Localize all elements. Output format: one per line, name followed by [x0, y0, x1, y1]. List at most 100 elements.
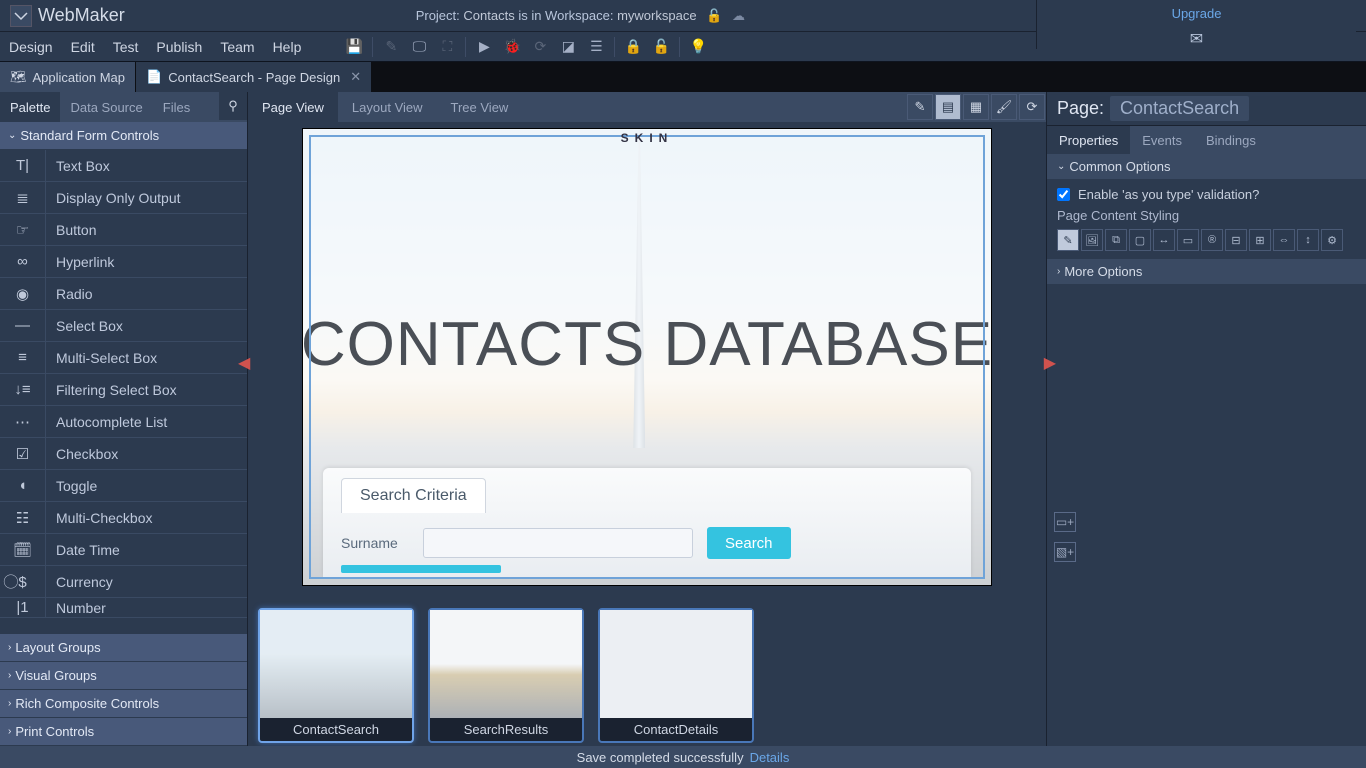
tab-contact-search[interactable]: 📄 ContactSearch - Page Design ✕ [136, 62, 372, 92]
chevron-right-icon: › [1057, 266, 1060, 277]
palette-control-list[interactable]: T|Text Box ≣Display Only Output ☞Button … [0, 150, 247, 634]
menu-test[interactable]: Test [104, 39, 148, 55]
palette-section-standard-form[interactable]: ⌄ Standard Form Controls [0, 122, 247, 150]
control-multi-select-box[interactable]: ≡Multi-Select Box [0, 342, 247, 374]
close-icon[interactable]: ✕ [350, 69, 361, 85]
control-checkbox[interactable]: ☑Checkbox [0, 438, 247, 470]
search-criteria-header[interactable]: Search Criteria [341, 478, 486, 513]
unlock-icon[interactable]: 🔓 [706, 8, 722, 23]
page-thumbnail-strip: ContactSearch SearchResults ContactDetai… [248, 604, 1046, 746]
multi-checkbox-icon: ☷ [0, 502, 46, 534]
control-radio[interactable]: ◉Radio [0, 278, 247, 310]
upgrade-link[interactable]: Upgrade [1172, 6, 1222, 21]
prev-page-arrow-icon[interactable]: ◀ [238, 353, 250, 373]
style-minus-icon[interactable]: ⊟ [1225, 229, 1247, 251]
right-tab-bindings[interactable]: Bindings [1194, 126, 1268, 154]
style-image-icon[interactable]: 🖼 [1081, 229, 1103, 251]
design-canvas[interactable]: SKIN CONTACTS DATABASE Search Criteria S… [302, 128, 992, 586]
menu-edit[interactable]: Edit [62, 39, 104, 55]
app-title: WebMaker [38, 5, 125, 26]
workspace-name: myworkspace [617, 8, 696, 23]
left-tab-files[interactable]: Files [153, 92, 200, 122]
next-page-arrow-icon[interactable]: ▶ [1044, 353, 1056, 373]
page-icon: 📄 [146, 69, 162, 85]
control-toggle[interactable]: ◖Toggle [0, 470, 247, 502]
debug-icon[interactable]: 🐞 [498, 33, 526, 61]
style-varrow-icon[interactable]: ↕ [1297, 229, 1319, 251]
view-tab-page[interactable]: Page View [248, 92, 338, 122]
palette-section-print-controls[interactable]: ›Print Controls [0, 718, 247, 746]
sitemap-icon[interactable]: ⛶ [433, 33, 461, 61]
palette-section-rich-composite[interactable]: ›Rich Composite Controls [0, 690, 247, 718]
control-hyperlink[interactable]: ∞Hyperlink [0, 246, 247, 278]
left-tab-data-source[interactable]: Data Source [60, 92, 152, 122]
style-gear-icon[interactable]: ⚙ [1321, 229, 1343, 251]
palette-section-visual-groups[interactable]: ›Visual Groups [0, 662, 247, 690]
control-multi-checkbox[interactable]: ☷Multi-Checkbox [0, 502, 247, 534]
control-filtering-select-box[interactable]: ↓≡Filtering Select Box [0, 374, 247, 406]
style-plus-icon[interactable]: ⊞ [1249, 229, 1271, 251]
palette-tool-icon[interactable]: ⚲ [219, 92, 247, 120]
style-arrows-icon[interactable]: ⇔ [1273, 229, 1295, 251]
style-box-icon[interactable]: ▢ [1129, 229, 1151, 251]
control-button[interactable]: ☞Button [0, 214, 247, 246]
control-autocomplete-list[interactable]: ⋯Autocomplete List [0, 406, 247, 438]
add-page-single-icon[interactable]: ▭+ [1054, 512, 1076, 532]
page-label: Page: [1057, 98, 1104, 119]
style-copy-icon[interactable]: ⧉ [1105, 229, 1127, 251]
canvas-tool-layout2-icon[interactable]: ▦ [963, 94, 989, 120]
skin-label[interactable]: SKIN [621, 131, 674, 145]
control-text-box[interactable]: T|Text Box [0, 150, 247, 182]
save-icon[interactable]: 💾 [340, 33, 368, 61]
validation-checkbox-input[interactable] [1057, 188, 1070, 201]
right-tab-properties[interactable]: Properties [1047, 126, 1130, 154]
lock-icon[interactable]: 🔒 [619, 33, 647, 61]
surname-input[interactable] [423, 528, 693, 558]
server-icon[interactable]: ☰ [582, 33, 610, 61]
menu-help[interactable]: Help [264, 39, 311, 55]
prop-section-common-options[interactable]: ⌄ Common Options [1047, 154, 1366, 179]
secondary-button-strip[interactable] [341, 565, 501, 573]
edit-icon[interactable]: ✎ [377, 33, 405, 61]
refresh-icon[interactable]: ⟳ [526, 33, 554, 61]
cloud-icon[interactable]: ☁ [732, 8, 745, 23]
control-currency[interactable]: ⃝$Currency [0, 566, 247, 598]
canvas-tool-edit-icon[interactable]: ✎ [907, 94, 933, 120]
palette-section-layout-groups[interactable]: ›Layout Groups [0, 634, 247, 662]
left-panel: Palette Data Source Files ⚲ ⌄ Standard F… [0, 92, 248, 746]
search-button[interactable]: Search [707, 527, 791, 559]
control-date-time[interactable]: 🗓Date Time [0, 534, 247, 566]
control-display-only-output[interactable]: ≣Display Only Output [0, 182, 247, 214]
thumb-search-results[interactable]: SearchResults [428, 608, 584, 743]
view-tab-layout[interactable]: Layout View [338, 92, 437, 122]
style-pencil-icon[interactable]: ✎ [1057, 229, 1079, 251]
tab-application-map[interactable]: 🗺 Application Map [0, 62, 136, 92]
control-number[interactable]: |1Number [0, 598, 247, 618]
enable-validation-checkbox[interactable]: Enable 'as you type' validation? [1057, 187, 1356, 202]
erase-icon[interactable]: ◪ [554, 33, 582, 61]
control-select-box[interactable]: —Select Box [0, 310, 247, 342]
bulb-icon[interactable]: 💡 [684, 33, 712, 61]
thumb-contact-details[interactable]: ContactDetails [598, 608, 754, 743]
right-tab-events[interactable]: Events [1130, 126, 1194, 154]
add-page-multi-icon[interactable]: ▧+ [1054, 542, 1076, 562]
left-tab-palette[interactable]: Palette [0, 92, 60, 122]
menu-team[interactable]: Team [211, 39, 263, 55]
monitor-icon[interactable]: 🖵 [405, 33, 433, 61]
status-details-link[interactable]: Details [750, 750, 790, 765]
canvas-tool-brush-icon[interactable]: 🖌 [991, 94, 1017, 120]
style-reg-icon[interactable]: ® [1201, 229, 1223, 251]
play-icon[interactable]: ▶ [470, 33, 498, 61]
canvas-tool-refresh-icon[interactable]: ⟳ [1019, 94, 1045, 120]
view-tab-tree[interactable]: Tree View [437, 92, 523, 122]
thumb-contact-search[interactable]: ContactSearch [258, 608, 414, 743]
style-harrow-icon[interactable]: ↔ [1153, 229, 1175, 251]
mail-icon[interactable]: ✉ [1190, 29, 1203, 49]
menu-publish[interactable]: Publish [147, 39, 211, 55]
style-rect-icon[interactable]: ▭ [1177, 229, 1199, 251]
unlock-icon-toolbar[interactable]: 🔓 [647, 33, 675, 61]
canvas-tool-layout1-icon[interactable]: ▤ [935, 94, 961, 120]
menu-design[interactable]: Design [0, 39, 62, 55]
display-output-icon: ≣ [0, 182, 46, 214]
prop-section-more-options[interactable]: › More Options [1047, 259, 1366, 284]
